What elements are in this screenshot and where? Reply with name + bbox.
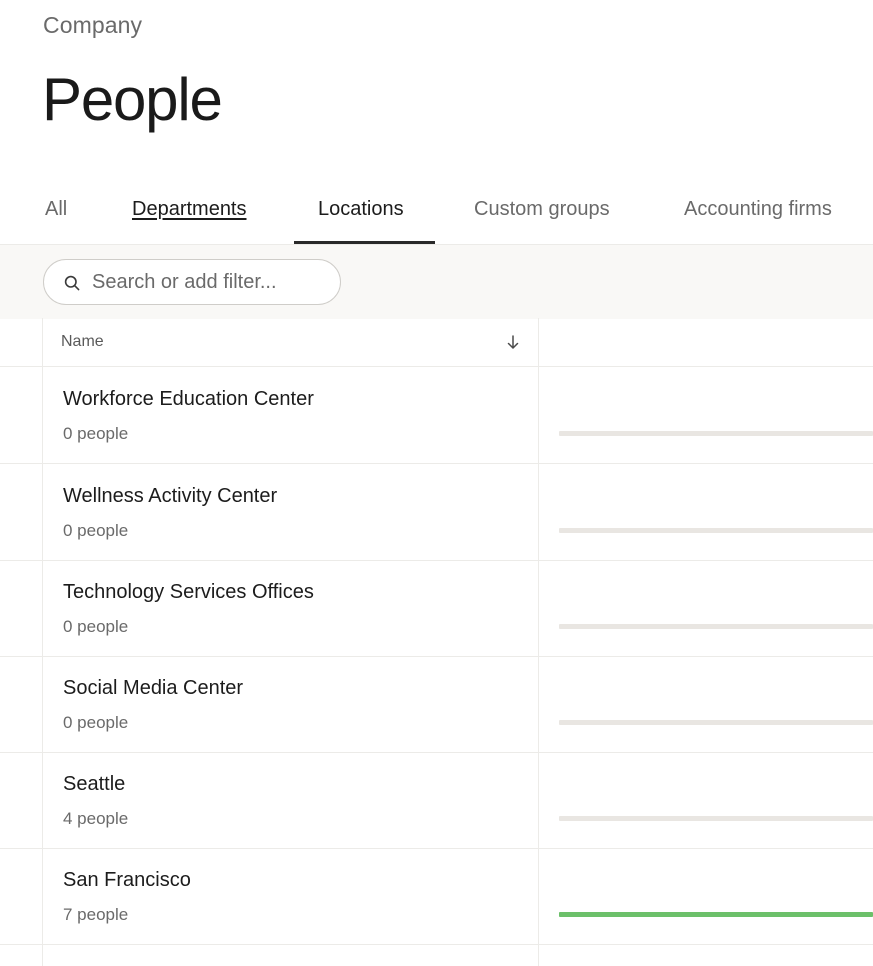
location-name[interactable]: Workforce Education Center: [63, 388, 314, 411]
table-row[interactable]: Seattle 4 people: [0, 752, 873, 849]
people-count: 4 people: [63, 809, 129, 828]
people-count: 0 people: [63, 424, 129, 443]
locations-table: Name Workforce Education Center 0 people…: [0, 318, 873, 966]
table-row[interactable]: Workforce Education Center 0 people: [0, 367, 873, 464]
people-bar: [559, 720, 873, 725]
people-bar: [559, 912, 873, 917]
table-header: Name: [0, 318, 873, 367]
people-bar: [559, 431, 873, 436]
tab-departments[interactable]: Departments: [132, 176, 247, 242]
location-name[interactable]: San Francisco: [63, 869, 191, 892]
column-header-name[interactable]: Name: [61, 318, 104, 366]
tab-accounting-firms[interactable]: Accounting firms: [684, 176, 832, 242]
people-count: 7 people: [63, 905, 129, 924]
location-name[interactable]: Seattle: [63, 773, 125, 796]
tab-bar: All Departments Locations Custom groups …: [0, 176, 873, 244]
people-count: 0 people: [63, 617, 129, 636]
people-bar: [559, 816, 873, 821]
table-row[interactable]: Technology Services Offices 0 people: [0, 560, 873, 657]
location-name[interactable]: Wellness Activity Center: [63, 485, 277, 508]
location-name[interactable]: Social Media Center: [63, 677, 243, 700]
table-row[interactable]: San Francisco 7 people: [0, 848, 873, 945]
search-box[interactable]: [43, 259, 341, 305]
search-icon: [64, 275, 80, 291]
breadcrumb[interactable]: Company: [43, 12, 142, 39]
tab-locations[interactable]: Locations: [318, 176, 404, 242]
arrow-down-icon[interactable]: [505, 334, 521, 350]
people-page: Company People All Departments Locations…: [0, 0, 873, 966]
people-bar-fill: [559, 912, 873, 917]
people-bar: [559, 624, 873, 629]
tab-all[interactable]: All: [45, 176, 67, 242]
location-name[interactable]: Technology Services Offices: [63, 581, 314, 604]
search-input[interactable]: [92, 260, 332, 304]
table-row[interactable]: Social Media Center 0 people: [0, 656, 873, 753]
table-row[interactable]: Wellness Activity Center 0 people: [0, 464, 873, 561]
filter-bar: [0, 244, 873, 319]
people-count: 0 people: [63, 521, 129, 540]
page-title: People: [42, 66, 223, 133]
tab-custom-groups[interactable]: Custom groups: [474, 176, 610, 242]
people-bar: [559, 528, 873, 533]
people-count: 0 people: [63, 713, 129, 732]
